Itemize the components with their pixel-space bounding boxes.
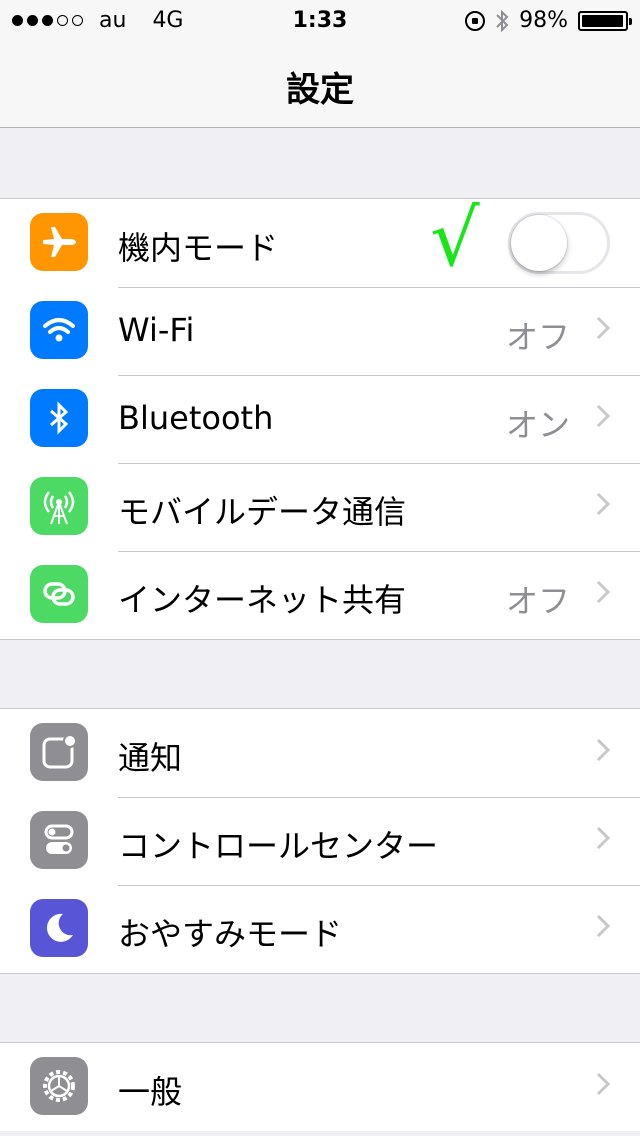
settings-group-connectivity: 機内モード Wi-Fi オフ Bluetooth オン モバイルデータ通信 イン… [0,198,640,640]
bluetooth-icon [30,389,88,447]
chevron-right-icon [596,826,610,850]
wifi-icon [30,301,88,359]
chevron-right-icon [596,914,610,938]
cellular-antenna-icon [30,477,88,535]
settings-row-value: オフ [505,582,570,620]
page-title: 設定 [286,70,354,110]
battery-percent: 98% [519,8,568,33]
settings-row-label: Wi-Fi [118,311,195,349]
gear-icon [30,1057,88,1115]
hotspot-chain-icon [30,565,88,623]
settings-row-do-not-disturb[interactable]: おやすみモード [0,885,640,973]
chevron-right-icon [596,738,610,762]
settings-row-label: コントロールセンター [118,827,439,865]
settings-row-wifi[interactable]: Wi-Fi オフ [0,287,640,375]
settings-row-label: インターネット共有 [118,581,407,619]
control-center-icon [30,811,88,869]
settings-row-control-center[interactable]: コントロールセンター [0,797,640,885]
settings-group-general: 一般 [0,1042,640,1131]
moon-icon [30,899,88,957]
settings-row-label: モバイルデータ通信 [118,493,407,531]
toggle-knob [511,215,567,271]
airplane-icon [30,213,88,271]
settings-row-airplane-mode: 機内モード [0,199,640,287]
settings-row-cellular[interactable]: モバイルデータ通信 [0,463,640,551]
settings-row-value: オン [505,406,570,444]
chevron-right-icon [596,1072,610,1096]
settings-group-notifications: 通知 コントロールセンター おやすみモード [0,708,640,974]
settings-row-label: 通知 [118,739,183,777]
navigation-bar: 設定 [0,40,640,128]
battery-icon [578,10,632,31]
settings-row-label: 機内モード [118,229,279,267]
settings-row-bluetooth[interactable]: Bluetooth オン [0,375,640,463]
settings-row-label: 一般 [118,1073,183,1111]
status-bar: au 4G 1:33 98% [0,0,640,40]
airplane-mode-toggle[interactable] [508,212,610,274]
chevron-right-icon [596,580,610,604]
settings-row-personal-hotspot[interactable]: インターネット共有 オフ [0,551,640,639]
bluetooth-icon [496,9,509,32]
settings-row-general[interactable]: 一般 [0,1043,640,1131]
rotation-lock-icon [465,10,486,31]
chevron-right-icon [596,404,610,428]
settings-row-notifications[interactable]: 通知 [0,709,640,797]
chevron-right-icon [596,492,610,516]
notifications-icon [30,723,88,781]
settings-row-label: Bluetooth [118,399,274,437]
chevron-right-icon [596,316,610,340]
settings-row-value: オフ [505,318,570,356]
settings-row-label: おやすみモード [118,915,343,953]
check-mark-annotation: √ [430,194,480,284]
